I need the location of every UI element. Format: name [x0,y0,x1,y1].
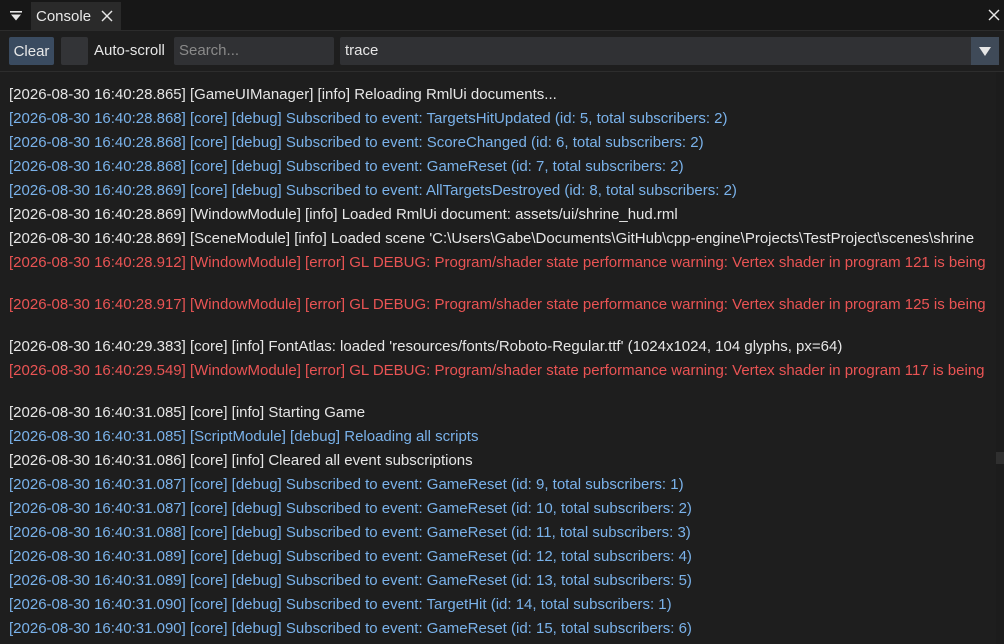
window-close-button[interactable] [986,7,1002,23]
log-output[interactable]: [2026-08-30 16:40:28.865] [GameUIManager… [0,72,996,644]
log-line: [2026-08-30 16:40:28.868] [core] [debug]… [9,134,704,151]
log-line: [2026-08-30 16:40:28.917] [WindowModule]… [9,296,986,313]
log-filter-value: trace [345,42,379,59]
scrollbar-thumb[interactable] [996,452,1004,464]
log-line: [2026-08-30 16:40:28.869] [SceneModule] … [9,230,975,247]
log-line: [2026-08-30 16:40:31.090] [core] [debug]… [9,596,672,613]
dropdown-toggle[interactable] [971,37,999,65]
log-line: [2026-08-30 16:40:31.085] [core] [info] … [9,404,366,421]
window-menu-button[interactable] [6,6,26,26]
log-line: [2026-08-30 16:40:29.383] [core] [info] … [9,338,843,355]
log-line: [2026-08-30 16:40:31.088] [core] [debug]… [9,524,691,541]
log-line: [2026-08-30 16:40:31.087] [core] [debug]… [9,500,692,517]
log-line: [2026-08-30 16:40:28.868] [core] [debug]… [9,110,728,127]
log-filter-select[interactable]: trace [340,37,999,65]
log-scrollbar[interactable] [996,72,1004,644]
log-line: [2026-08-30 16:40:31.087] [core] [debug]… [9,476,684,493]
autoscroll-checkbox[interactable] [61,37,88,65]
log-line: [2026-08-30 16:40:28.865] [GameUIManager… [9,86,557,103]
log-line: [2026-08-30 16:40:29.549] [WindowModule]… [9,362,985,379]
chevron-down-icon [979,47,991,56]
close-icon [988,9,1000,21]
autoscroll-label: Auto-scroll [94,42,165,59]
console-toolbar: Clear Auto-scroll Search... trace [0,31,1004,72]
tab-console-label: Console [36,7,92,25]
clear-button[interactable]: Clear [9,37,54,65]
clipped-log-line [9,72,609,76]
console-window: Console Clear Auto-scroll Search... trac… [0,0,1004,644]
log-line: [2026-08-30 16:40:28.868] [core] [debug]… [9,158,684,175]
tab-bar: Console [0,0,1004,31]
log-line: [2026-08-30 16:40:31.086] [core] [info] … [9,452,473,469]
log-line: [2026-08-30 16:40:31.089] [core] [debug]… [9,548,692,565]
log-line: [2026-08-30 16:40:28.869] [WindowModule]… [9,206,678,223]
log-line: [2026-08-30 16:40:31.090] [core] [debug]… [9,620,692,637]
log-line: [2026-08-30 16:40:31.085] [ScriptModule]… [9,428,479,445]
search-input[interactable]: Search... [174,37,334,65]
menu-triangle-icon [10,11,22,21]
log-line: [2026-08-30 16:40:28.869] [core] [debug]… [9,182,737,199]
log-line: [2026-08-30 16:40:31.089] [core] [debug]… [9,572,692,589]
close-icon [101,10,113,22]
tab-console[interactable]: Console [31,2,121,30]
log-line: [2026-08-30 16:40:28.912] [WindowModule]… [9,254,986,271]
tab-close-button[interactable] [99,8,115,24]
